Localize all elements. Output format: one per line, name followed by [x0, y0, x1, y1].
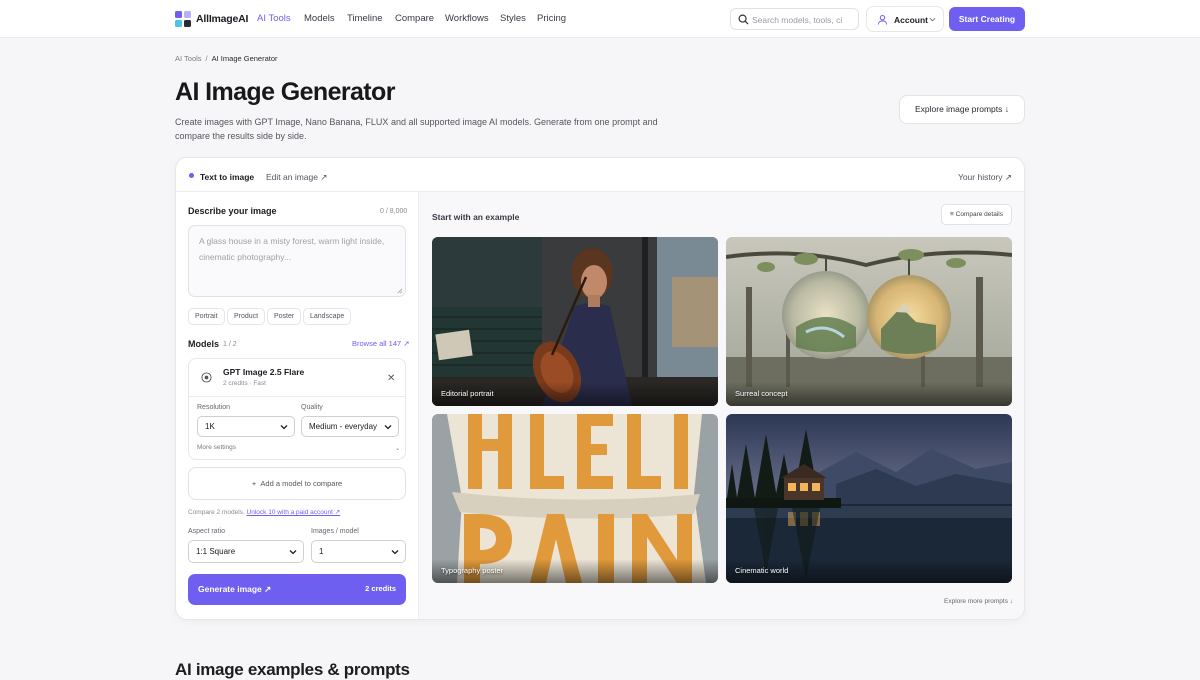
quality-select[interactable]: Medium - everyday — [301, 416, 399, 437]
chip-landscape[interactable]: Landscape — [303, 308, 352, 325]
images-per-model-value: 1 — [319, 547, 324, 556]
tab-edit-image[interactable]: Edit an image ↗ — [266, 172, 327, 183]
describe-label: Describe your image — [188, 206, 277, 216]
resolution-label: Resolution — [197, 404, 231, 411]
nav-link-compare[interactable]: Compare — [395, 13, 434, 24]
example-tile-cinematic-world[interactable]: Cinematic world — [726, 414, 1012, 583]
selected-model-card: GPT Image 2.5 Flare 2 credits · Fast ✕ R… — [188, 358, 406, 460]
nav-link-models[interactable]: Models — [304, 13, 335, 24]
chip-product[interactable]: Product — [227, 308, 266, 325]
examples-panel: Start with an example ≡ Compare details — [419, 192, 1024, 619]
chip-poster[interactable]: Poster — [267, 308, 302, 325]
compare-note: Compare 2 models. Unlock 10 with a paid … — [188, 508, 340, 516]
models-label: Models — [188, 339, 220, 349]
images-per-model-label: Images / model — [311, 528, 359, 535]
chevron-down-icon — [280, 425, 288, 430]
compare-note-text: Compare 2 models. — [188, 509, 245, 516]
model-logo-icon — [201, 372, 212, 383]
model-meta: 2 credits · Fast — [223, 380, 266, 387]
generate-credits: 2 credits — [365, 584, 396, 593]
user-icon — [877, 14, 888, 25]
prompt-placeholder: A glass house in a misty forest, warm li… — [199, 236, 385, 262]
breadcrumb-ai-tools[interactable]: AI Tools — [175, 54, 202, 63]
example-tile-typography-poster[interactable]: Typography poster — [432, 414, 718, 583]
resize-grip-icon[interactable] — [396, 287, 403, 294]
chevron-down-icon — [929, 17, 936, 22]
aspect-ratio-select[interactable]: 1:1 Square — [188, 540, 304, 563]
generator-card: Text to image Edit an image ↗ Your histo… — [175, 157, 1025, 620]
browse-all-models-link[interactable]: Browse all 147 ↗ — [352, 339, 410, 348]
nav-link-styles[interactable]: Styles — [500, 13, 526, 24]
brand-name[interactable]: AllImageAI — [196, 13, 248, 25]
char-counter: 0 / 8,000 — [380, 208, 408, 215]
account-label: Account — [894, 15, 928, 25]
start-creating-button[interactable]: Start Creating — [949, 7, 1025, 31]
search-icon — [738, 14, 749, 25]
explore-prompts-button[interactable]: Explore image prompts ↓ — [899, 95, 1025, 124]
tab-text-to-image[interactable]: Text to image — [200, 172, 254, 182]
examples-title: Start with an example — [432, 212, 520, 222]
tile-caption: Editorial portrait — [441, 389, 494, 398]
models-count: 1 / 2 — [223, 341, 237, 348]
your-history-link[interactable]: Your history ↗ — [958, 172, 1012, 183]
generator-form: Describe your image 0 / 8,000 A glass ho… — [176, 192, 419, 619]
nav-link-timeline[interactable]: Timeline — [347, 13, 383, 24]
breadcrumb: AI Tools / AI Image Generator — [175, 54, 282, 63]
nav-link-pricing[interactable]: Pricing — [537, 13, 566, 24]
example-tile-surreal-concept[interactable]: Surreal concept — [726, 237, 1012, 406]
nav-link-ai-tools[interactable]: AI Tools — [257, 13, 291, 24]
compare-details-label: Compare details — [955, 211, 1003, 218]
surreal-concept-image — [726, 237, 1012, 406]
add-model-label: Add a model to compare — [260, 479, 343, 488]
compare-details-button[interactable]: ≡ Compare details — [941, 204, 1012, 225]
nav-link-workflows[interactable]: Workflows — [445, 13, 489, 24]
quality-value: Medium - everyday — [309, 422, 378, 431]
plus-icon: + — [251, 479, 257, 488]
expand-caret-icon[interactable]: ⌄ — [395, 444, 400, 452]
aspect-ratio-value: 1:1 Square — [196, 547, 236, 556]
quality-label: Quality — [301, 404, 323, 411]
tile-caption: Surreal concept — [735, 389, 788, 398]
brand-logo-icon[interactable] — [175, 11, 191, 27]
generate-label: Generate image ↗ — [198, 584, 272, 594]
chip-portrait[interactable]: Portrait — [188, 308, 225, 325]
mode-tabs: Text to image Edit an image ↗ Your histo… — [176, 158, 1024, 192]
generate-image-button[interactable]: Generate image ↗ 2 credits — [188, 574, 406, 605]
tile-caption: Cinematic world — [735, 566, 789, 575]
resolution-value: 1K — [205, 422, 215, 431]
examples-section-heading: AI image examples & prompts — [175, 660, 410, 679]
add-model-button[interactable]: + Add a model to compare — [188, 467, 406, 500]
typography-poster-image — [432, 414, 718, 583]
unlock-paid-link[interactable]: Unlock 10 with a paid account ↗ — [247, 509, 341, 516]
editorial-portrait-image — [432, 237, 718, 406]
chevron-down-icon — [384, 425, 392, 430]
chevron-down-icon — [289, 550, 297, 555]
tile-caption: Typography poster — [441, 566, 504, 575]
aspect-ratio-label: Aspect ratio — [188, 528, 225, 535]
search-input[interactable] — [752, 12, 854, 27]
resolution-select[interactable]: 1K — [197, 416, 295, 437]
breadcrumb-current: AI Image Generator — [211, 54, 278, 63]
top-navbar: AllImageAI AI Tools Models Timeline Comp… — [0, 0, 1200, 38]
model-name: GPT Image 2.5 Flare — [223, 367, 305, 377]
account-button[interactable]: Account — [866, 6, 944, 32]
active-tab-indicator — [189, 173, 194, 178]
page-subtitle: Create images with GPT Image, Nano Banan… — [175, 117, 658, 141]
search-box[interactable] — [730, 8, 859, 30]
cinematic-world-image — [726, 414, 1012, 583]
breadcrumb-separator: / — [205, 54, 208, 63]
example-tile-editorial-portrait[interactable]: Editorial portrait — [432, 237, 718, 406]
chevron-down-icon — [391, 550, 399, 555]
list-icon: ≡ — [950, 211, 954, 218]
images-per-model-select[interactable]: 1 — [311, 540, 406, 563]
remove-model-icon[interactable]: ✕ — [387, 373, 395, 384]
page-title: AI Image Generator — [175, 78, 395, 106]
more-settings-toggle[interactable]: More settings — [197, 444, 236, 451]
prompt-textarea[interactable]: A glass house in a misty forest, warm li… — [188, 225, 406, 297]
explore-more-prompts-link[interactable]: Explore more prompts ↓ — [944, 598, 1013, 605]
